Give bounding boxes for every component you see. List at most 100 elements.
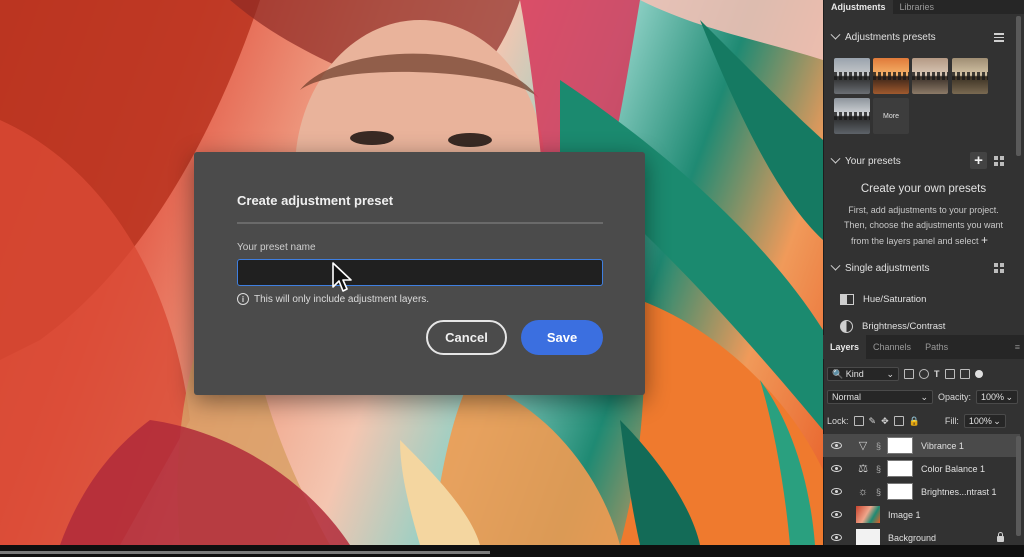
layer-name: Brightnes...ntrast 1 [921,486,997,497]
create-preset-dialog: Create adjustment preset Your preset nam… [194,152,645,395]
layer-image-thumbnail[interactable] [856,506,880,523]
layer-row-brightness-contrast[interactable]: ☼ § Brightnes...ntrast 1 [823,480,1020,503]
tab-adjustments[interactable]: Adjustments [824,0,893,14]
more-presets-button[interactable]: More [873,98,909,134]
filter-pixel-icon[interactable] [904,369,914,379]
lock-all-icon[interactable]: 🔒 [909,416,920,427]
chevron-down-icon: ⌄ [1005,391,1014,402]
adjustment-brightness-contrast[interactable]: Brightness/Contrast [840,320,945,333]
visibility-eye-icon[interactable] [831,534,842,541]
visibility-eye-icon[interactable] [831,442,842,449]
info-row: i This will only include adjustment laye… [237,293,429,305]
brightness-contrast-icon: ☼ [857,485,869,498]
cancel-button[interactable]: Cancel [426,320,507,355]
list-view-icon[interactable] [994,33,1004,42]
visibility-eye-icon[interactable] [831,488,842,495]
preset-thumbnail-3[interactable] [912,58,948,94]
your-presets-header[interactable]: Your presets [830,153,901,167]
preset-name-input[interactable] [237,259,603,286]
layer-mask-thumbnail[interactable] [887,437,913,454]
chevron-down-icon [830,260,841,271]
chevron-down-icon [830,29,841,40]
preset-thumbnail-4[interactable] [952,58,988,94]
adjustments-presets-header[interactable]: Adjustments presets [830,29,936,43]
lock-icon [997,532,1004,542]
blend-row: Normal ⌄ Opacity: 100% ⌄ [827,390,1019,404]
info-text: This will only include adjustment layers… [254,293,430,305]
mouse-cursor-icon [332,262,352,292]
filter-toggle-icon[interactable] [974,370,983,378]
layer-name: Image 1 [888,509,921,520]
layer-mask-thumbnail[interactable] [887,483,913,500]
layer-image-thumbnail[interactable] [856,529,880,546]
adjustments-tabbar: Adjustments Libraries [824,0,1024,14]
hue-saturation-icon [840,294,854,305]
blend-mode-select[interactable]: Normal ⌄ [827,390,933,404]
save-button[interactable]: Save [521,320,603,355]
grid-view-icon[interactable] [994,156,1004,166]
create-presets-desc-3: from the layers panel and select + [850,233,989,247]
create-presets-desc-1: First, add adjustments to your project. [848,205,999,215]
dialog-divider [237,222,603,224]
opacity-label: Opacity: [938,392,972,402]
layer-name: Color Balance 1 [921,463,986,474]
lock-brush-icon[interactable]: ✎ [869,416,877,427]
preset-thumbnail-2[interactable] [873,58,909,94]
single-adjustments-label: Single adjustments [845,263,930,274]
layer-filter-row: 🔍 Kind ⌄ T [827,367,983,381]
visibility-eye-icon[interactable] [831,465,842,472]
color-balance-icon: ⚖ [858,463,868,475]
opacity-select[interactable]: 100% ⌄ [976,390,1019,404]
panel-menu-icon[interactable]: ≡ [1015,335,1024,359]
create-presets-desc-2: Then, choose the adjustments you want [843,220,1004,230]
grid-view-icon[interactable] [994,263,1004,273]
chevron-down-icon: ⌄ [920,391,928,402]
layer-row-vibrance[interactable]: ▽ § Vibrance 1 [823,434,1020,457]
tab-libraries[interactable]: Libraries [893,0,942,14]
link-chain-icon: § [876,463,882,474]
filter-smart-object-icon[interactable] [959,369,970,379]
adjustments-presets-label: Adjustments presets [845,32,936,43]
link-chain-icon: § [876,486,882,497]
fill-select[interactable]: 100% ⌄ [963,414,1006,428]
chevron-down-icon [830,153,841,164]
layer-mask-thumbnail[interactable] [887,460,913,477]
brightness-contrast-icon [840,320,853,333]
progress-bar [0,551,490,554]
adjustment-hue-saturation[interactable]: Hue/Saturation [840,294,926,305]
filter-kind-select[interactable]: 🔍 Kind ⌄ [827,367,899,381]
layers-tabbar: Layers Channels Paths ≡ [823,335,1024,359]
add-preset-button[interactable]: + [970,152,987,169]
preset-thumbnail-5[interactable] [834,98,870,134]
layer-row-color-balance[interactable]: ⚖ § Color Balance 1 [823,457,1020,480]
chevron-down-icon: ⌄ [993,415,1001,426]
single-adjustments-header[interactable]: Single adjustments [830,260,930,274]
lock-label: Lock: [827,416,849,426]
filter-shape-icon[interactable] [944,369,955,379]
adjustments-scrollbar[interactable] [1016,16,1021,156]
tab-channels[interactable]: Channels [866,335,918,359]
dialog-title: Create adjustment preset [237,193,394,208]
plus-icon: + [981,233,989,247]
layer-row-image[interactable]: Image 1 [823,503,1020,526]
lock-artboard-icon[interactable] [893,416,904,426]
filter-type-icon[interactable]: T [934,369,940,379]
chevron-down-icon: ⌄ [886,368,894,379]
info-icon: i [237,293,249,305]
your-presets-label: Your presets [845,156,901,167]
tab-paths[interactable]: Paths [918,335,955,359]
layers-scrollbar[interactable] [1016,436,1021,536]
lock-move-icon[interactable]: ✥ [881,416,889,427]
create-presets-title: Create your own presets [860,183,987,195]
bottom-strip [0,545,1024,557]
tab-layers[interactable]: Layers [823,335,867,359]
filter-adjustment-icon[interactable] [919,369,929,379]
visibility-eye-icon[interactable] [831,511,842,518]
layer-name: Vibrance 1 [921,440,964,451]
search-icon: 🔍 [832,368,844,379]
preset-thumbnail-1[interactable] [834,58,870,94]
lock-transparent-icon[interactable] [853,416,864,426]
link-chain-icon: § [876,440,882,451]
layer-name: Background [888,532,937,543]
vibrance-icon: ▽ [858,440,868,452]
